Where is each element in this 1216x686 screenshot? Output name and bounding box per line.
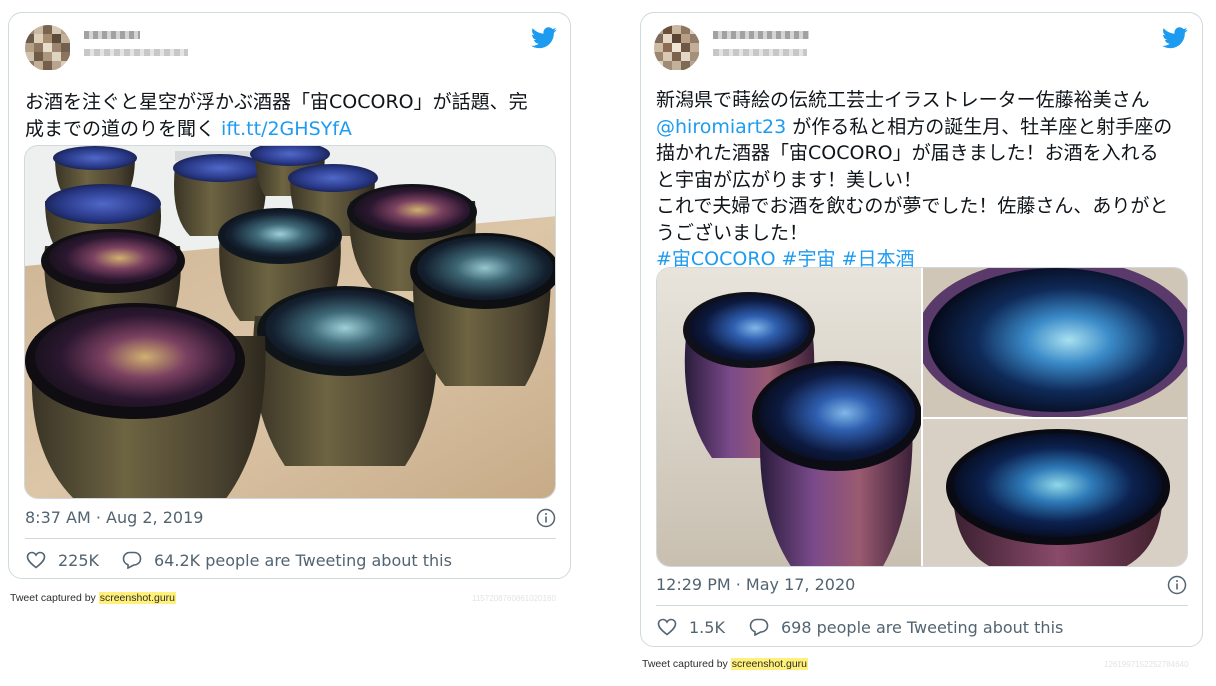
tweet-timestamp[interactable]: 12:29 PM · May 17, 2020 <box>656 575 855 594</box>
tweet-link[interactable]: ift.tt/2GHSYfA <box>221 118 352 140</box>
handle-redacted[interactable] <box>84 49 188 56</box>
like-action[interactable]: 1.5K <box>657 615 725 639</box>
capture-caption: Tweet captured by screenshot.guru <box>10 592 177 604</box>
twitter-bird-icon[interactable] <box>531 27 557 49</box>
mention-link[interactable]: @hiromiart23 <box>656 116 786 138</box>
display-name-redacted[interactable] <box>713 31 809 39</box>
heart-icon <box>657 618 677 636</box>
info-icon[interactable] <box>536 508 556 528</box>
tweet-photo-2[interactable] <box>916 268 1187 418</box>
capture-caption: Tweet captured by screenshot.guru <box>642 658 809 670</box>
tweet-id: 1157208760861020160 <box>472 594 556 603</box>
starry-cup-top-photo <box>916 268 1187 418</box>
tweet-text-line: 描かれた酒器「宙COCORO」が届きました！お酒を入れる <box>656 142 1159 164</box>
tweet-photo-3[interactable] <box>923 419 1187 566</box>
tweet-photo-1[interactable] <box>657 268 922 566</box>
tweet-text-line: 成までの道のりを聞く ift.tt/2GHSYfA <box>25 116 528 143</box>
tweet-id: 1261997152252784640 <box>1104 660 1189 669</box>
divider <box>25 538 556 539</box>
tweet-text-line: お酒を注ぐと星空が浮かぶ酒器「宙COCORO」が話題、完 <box>25 91 528 113</box>
sake-cups-photo <box>25 146 555 498</box>
tweet-text-line: 新潟県で蒔絵の伝統工芸士イラストレーター佐藤裕美さん <box>656 89 1150 111</box>
starry-cup-angle-photo <box>923 419 1187 566</box>
caption-site-link[interactable]: screenshot.guru <box>730 658 809 670</box>
conversation-count: 64.2K people are Tweeting about this <box>154 550 452 570</box>
caption-prefix: Tweet captured by <box>10 592 99 604</box>
conversation-action[interactable]: 64.2K people are Tweeting about this <box>122 548 452 572</box>
tweet-photo-grid <box>656 267 1188 567</box>
tweet-card-1: お酒を注ぐと星空が浮かぶ酒器「宙COCORO」が話題、完 成までの道のりを聞く … <box>8 12 571 579</box>
caption-site-link[interactable]: screenshot.guru <box>98 592 177 604</box>
like-action[interactable]: 225K <box>26 548 99 572</box>
tweet-text-fragment: 成までの道のりを聞く <box>25 117 222 140</box>
tweet-text-line: うございました！ <box>656 221 809 244</box>
caption-prefix: Tweet captured by <box>642 658 731 670</box>
heart-icon <box>26 551 46 569</box>
speech-bubble-icon <box>749 618 769 636</box>
display-name-redacted[interactable] <box>84 31 140 39</box>
tweet-text-line: と宇宙が広がります！美しい！ <box>656 168 923 191</box>
tweet-text-line: @hiromiart23 が作る私と相方の誕生月、牡羊座と射手座の <box>656 114 1172 141</box>
sake-cups-closeup-photo <box>657 268 922 566</box>
conversation-count: 698 people are Tweeting about this <box>781 617 1064 637</box>
like-count: 225K <box>58 550 100 570</box>
tweet-text: お酒を注ぐと星空が浮かぶ酒器「宙COCORO」が話題、完 成までの道のりを聞く … <box>25 89 528 142</box>
tweet-text-line: これで夫婦でお酒を飲むのが夢でした！佐藤さん、ありがと <box>656 195 1169 217</box>
tweet-timestamp[interactable]: 8:37 AM · Aug 2, 2019 <box>25 508 203 527</box>
info-icon[interactable] <box>1167 575 1187 595</box>
tweet-text-fragment: が作る私と相方の誕生月、牡羊座と射手座の <box>786 115 1173 138</box>
like-count: 1.5K <box>689 617 725 637</box>
divider <box>656 605 1188 606</box>
tweet-card-2: 新潟県で蒔絵の伝統工芸士イラストレーター佐藤裕美さん @hiromiart23 … <box>640 12 1203 647</box>
twitter-bird-icon[interactable] <box>1162 27 1188 49</box>
avatar[interactable] <box>25 25 71 71</box>
tweet-text: 新潟県で蒔絵の伝統工芸士イラストレーター佐藤裕美さん @hiromiart23 … <box>656 87 1172 273</box>
conversation-action[interactable]: 698 people are Tweeting about this <box>749 615 1063 639</box>
handle-redacted[interactable] <box>713 49 807 56</box>
tweet-photo[interactable] <box>24 145 556 499</box>
avatar[interactable] <box>654 25 700 71</box>
speech-bubble-icon <box>122 551 142 569</box>
